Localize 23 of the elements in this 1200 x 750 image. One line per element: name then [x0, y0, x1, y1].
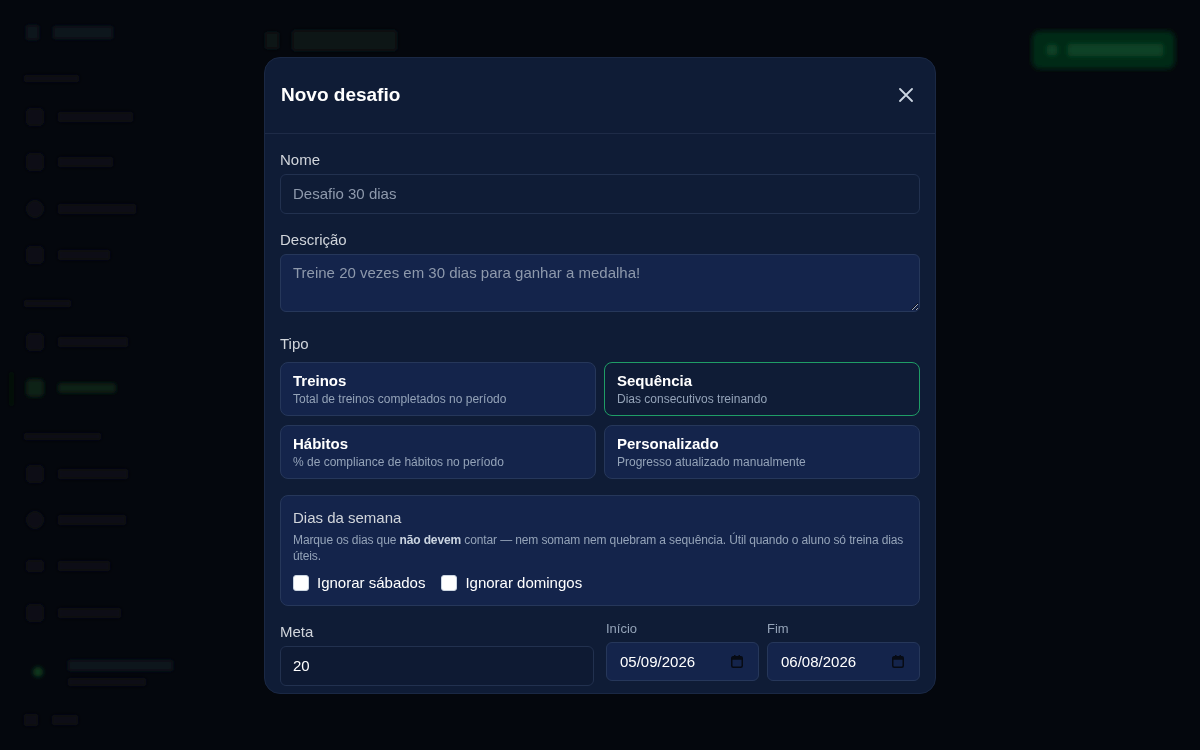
- date-field[interactable]: 05/09/2026: [606, 641, 759, 681]
- checkbox[interactable]: [293, 574, 309, 591]
- field-label: Meta: [280, 621, 314, 642]
- type-option[interactable]: Hábitos % de compliance de hábitos no período: [280, 424, 596, 479]
- field-label: Fim: [767, 620, 789, 637]
- checkbox[interactable]: [441, 574, 458, 591]
- type-option[interactable]: Personalizado Progresso atualizado manualmente: [604, 424, 920, 479]
- description-textarea[interactable]: Treine 20 vezes em 30 dias para ganhar a medalha!: [280, 253, 920, 312]
- field-label: Início: [606, 620, 638, 637]
- dialog-title: Novo desafio: [281, 82, 401, 107]
- type-option[interactable]: Sequência Dias consecutivos treinando: [604, 361, 920, 416]
- date-field[interactable]: 06/08/2026: [767, 641, 920, 681]
- weekdays-hint: Marque os dias que não devem contar — nem somam nem quebram a sequência. Útil quando o aluno só treina dias úteis.: [293, 531, 905, 564]
- goal-input-field[interactable]: 20: [280, 645, 594, 686]
- type-option[interactable]: Treinos Total de treinos completados no período: [280, 361, 596, 416]
- field-label: Descrição: [280, 229, 347, 250]
- name-input-field[interactable]: Desafio 30 dias: [280, 173, 920, 214]
- close-icon: [899, 88, 913, 102]
- checkbox-label: Ignorar sábados: [317, 572, 426, 593]
- field-label: Tipo: [280, 333, 309, 354]
- field-label: Nome: [280, 149, 320, 170]
- checkbox-label: Ignorar domingos: [465, 572, 583, 593]
- panel-title: Dias da semana: [293, 507, 402, 528]
